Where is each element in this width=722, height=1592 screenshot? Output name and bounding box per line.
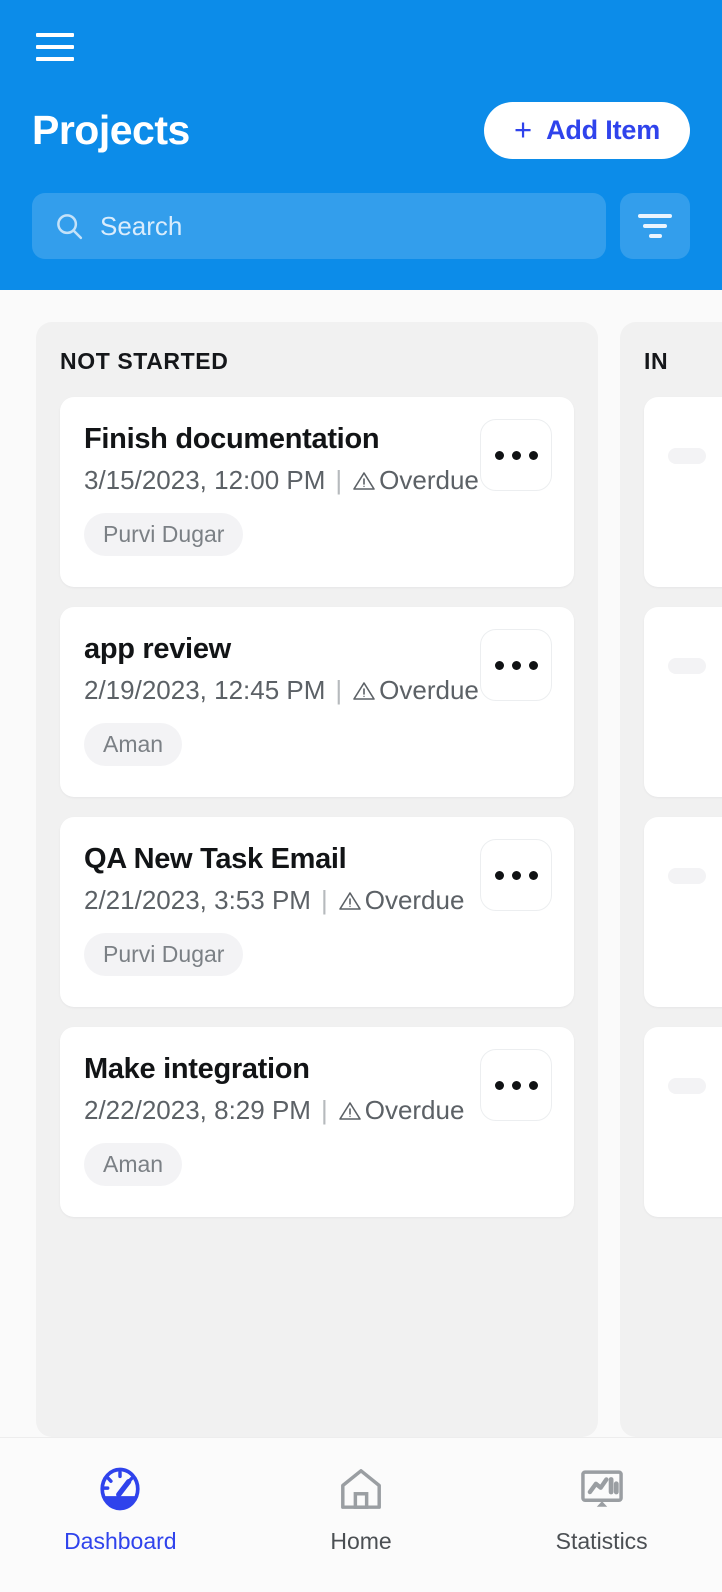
task-card[interactable]: app review 2/19/2023, 12:45 PM | Overdue… [60,607,574,797]
meta-separator: | [335,465,343,496]
ellipsis-dot [528,870,538,880]
meta-separator: | [320,885,328,916]
search-input[interactable] [100,210,584,242]
bottom-navigation: Dashboard Home Statistics [0,1437,722,1592]
nav-label-statistics: Statistics [555,1528,648,1554]
ellipsis-dot [511,660,521,670]
task-card[interactable] [644,607,722,797]
warning-triangle-icon [338,1102,361,1120]
task-assignee-chip [668,448,706,464]
warning-triangle-icon [353,472,375,490]
task-card[interactable] [644,1027,722,1217]
warning-triangle-icon [338,892,361,910]
hamburger-line [36,33,74,37]
task-menu-button[interactable] [480,419,552,491]
add-item-label: Add Item [546,114,660,145]
meta-separator: | [335,675,343,706]
task-assignee-chip: Purvi Dugar [84,512,244,556]
home-icon [334,1462,388,1516]
add-item-button[interactable]: + Add Item [483,101,690,159]
filter-button[interactable] [620,193,690,259]
filter-icon [638,214,672,238]
ellipsis-dot [494,660,504,670]
board-column-in-progress: IN [620,322,722,1437]
kanban-board[interactable]: NOT STARTED Finish documentation 3/15/20… [0,290,722,1437]
ellipsis-dot [511,870,521,880]
ellipsis-dot [494,450,504,460]
board-column-not-started: NOT STARTED Finish documentation 3/15/20… [36,322,598,1437]
nav-item-dashboard[interactable]: Dashboard [0,1462,241,1555]
ellipsis-dot [528,450,538,460]
task-menu-button[interactable] [480,839,552,911]
ellipsis-dot [494,1080,504,1090]
ellipsis-dot [528,660,538,670]
nav-label-dashboard: Dashboard [64,1528,177,1554]
ellipsis-dot [494,870,504,880]
task-status: Overdue [364,1095,465,1126]
chart-monitor-icon [575,1462,629,1516]
task-assignee-chip [668,658,706,674]
ellipsis-dot [528,1080,538,1090]
speedometer-icon [93,1462,147,1516]
app-header: Projects + Add Item [0,0,722,290]
task-status: Overdue [379,465,479,496]
ellipsis-dot [511,1080,521,1090]
task-assignee-chip: Aman [84,722,183,766]
search-box[interactable] [32,193,606,259]
column-title: IN [644,348,669,374]
task-menu-button[interactable] [480,629,552,701]
nav-item-home[interactable]: Home [241,1462,482,1555]
task-card[interactable] [644,817,722,1007]
plus-icon: + [513,111,533,147]
task-card[interactable]: Finish documentation 3/15/2023, 12:00 PM… [60,397,574,587]
hamburger-icon[interactable] [36,33,74,61]
task-card[interactable] [644,397,722,587]
task-due-date: 2/22/2023, 8:29 PM [84,1095,311,1126]
task-status: Overdue [364,885,465,916]
task-due-date: 2/21/2023, 3:53 PM [84,885,311,916]
warning-triangle-icon [353,682,375,700]
header-title-row: Projects + Add Item [32,100,690,160]
search-row [32,193,690,259]
task-assignee-chip: Aman [84,1142,183,1186]
task-status: Overdue [379,675,479,706]
task-menu-button[interactable] [480,1049,552,1121]
task-assignee-chip [668,868,706,884]
ellipsis-dot [511,450,521,460]
task-due-date: 3/15/2023, 12:00 PM [84,465,326,496]
task-card[interactable]: QA New Task Email 2/21/2023, 3:53 PM | O… [60,817,574,1007]
hamburger-line [36,57,74,61]
task-due-date: 2/19/2023, 12:45 PM [84,675,326,706]
filter-line [638,214,672,218]
column-title: NOT STARTED [60,348,229,374]
task-assignee-chip: Purvi Dugar [84,932,244,976]
search-icon [57,214,83,240]
page-title: Projects [32,106,190,153]
filter-line [643,224,667,228]
task-assignee-chip [668,1078,706,1094]
meta-separator: | [320,1095,328,1126]
nav-label-home: Home [330,1528,392,1554]
filter-line [648,234,662,238]
hamburger-line [36,45,74,49]
nav-item-statistics[interactable]: Statistics [481,1462,722,1555]
task-card[interactable]: Make integration 2/22/2023, 8:29 PM | Ov… [60,1027,574,1217]
